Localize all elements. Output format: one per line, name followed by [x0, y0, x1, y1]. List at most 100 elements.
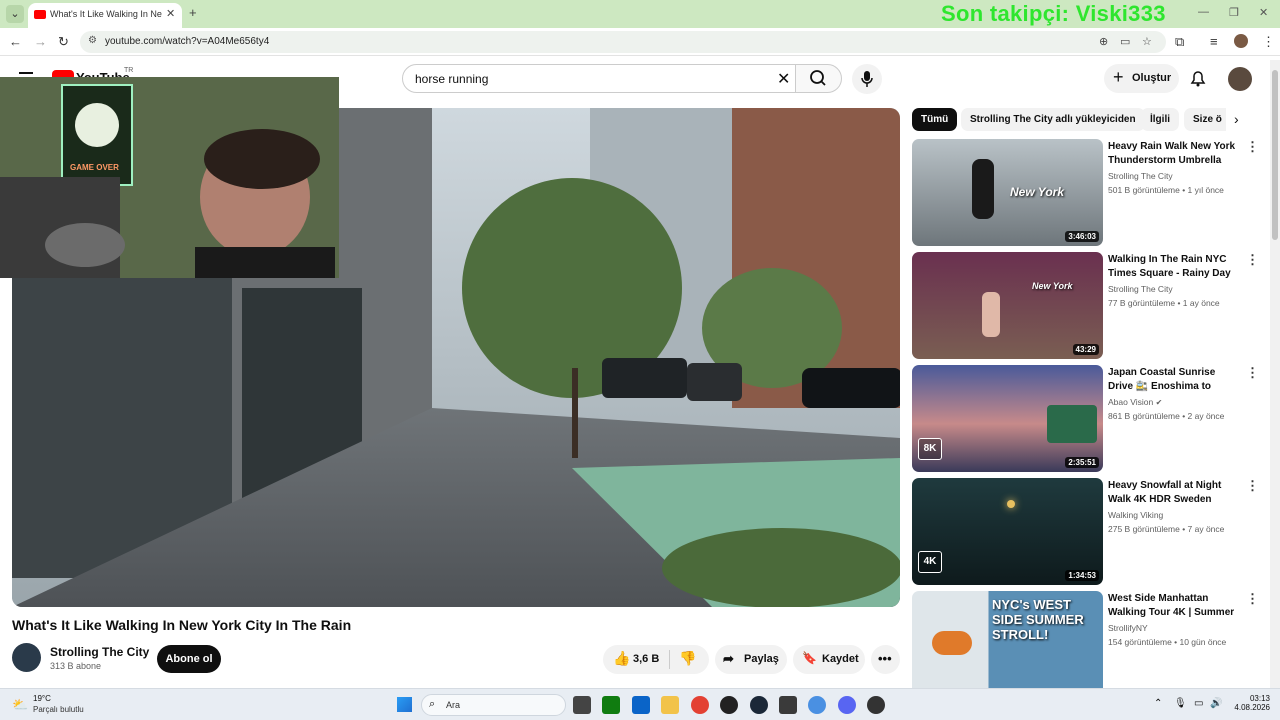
- steam-icon[interactable]: [750, 696, 768, 714]
- like-divider: [669, 650, 670, 669]
- forward-icon[interactable]: →: [34, 34, 47, 49]
- recommendation-channel[interactable]: Abao Vision ✔: [1108, 397, 1162, 407]
- restore-icon[interactable]: ❐: [1229, 6, 1239, 19]
- zoom-icon[interactable]: ⊕: [1099, 35, 1108, 48]
- more-actions-button[interactable]: •••: [871, 645, 900, 674]
- channel-avatar[interactable]: [12, 643, 41, 672]
- recommendation-title[interactable]: Heavy Rain Walk New York Thunderstorm Um…: [1108, 140, 1242, 168]
- recommendation-channel[interactable]: StrollifyNY: [1108, 623, 1148, 633]
- media-control-icon[interactable]: ≡: [1210, 34, 1218, 49]
- clear-search-icon[interactable]: ✕: [777, 69, 790, 89]
- verified-check-icon: ✔: [1155, 398, 1163, 407]
- profile-avatar[interactable]: [1234, 34, 1248, 48]
- recommendation-title[interactable]: West Side Manhattan Walking Tour 4K | Su…: [1108, 592, 1242, 620]
- tray-chevron-icon[interactable]: ⌃: [1154, 698, 1162, 709]
- recommendation-title[interactable]: Japan Coastal Sunrise Drive 🚉 Enoshima t…: [1108, 366, 1242, 394]
- recommendation-thumbnail[interactable]: New York 3:46:03: [912, 139, 1103, 246]
- thumbnail-lamp: [1007, 500, 1015, 508]
- weather-icon[interactable]: ⛅: [12, 697, 28, 713]
- page-scrollbar[interactable]: [1270, 60, 1280, 688]
- chips-next-chevron-icon[interactable]: ›: [1234, 111, 1239, 127]
- cast-icon[interactable]: ▭: [1120, 35, 1130, 48]
- microphone-icon: [861, 71, 873, 87]
- new-tab-icon[interactable]: +: [189, 5, 197, 20]
- more-horizontal-icon: •••: [878, 651, 892, 666]
- dislike-icon[interactable]: 👎: [679, 650, 696, 667]
- like-icon[interactable]: 👍: [613, 650, 630, 667]
- create-button[interactable]: + Oluştur: [1104, 64, 1179, 93]
- weather-description[interactable]: Parçalı bulutlu: [33, 705, 84, 714]
- chip-from-uploader[interactable]: Strolling The City adlı yükleyiciden: [961, 108, 1145, 131]
- recommendation-thumbnail[interactable]: NYC's WEST SIDE SUMMER STROLL!: [912, 591, 1103, 688]
- xbox-icon[interactable]: [602, 696, 620, 714]
- streamer-webcam-image: [0, 77, 339, 278]
- task-view-icon[interactable]: [573, 696, 591, 714]
- recommendation-thumbnail[interactable]: New York 43:29: [912, 252, 1103, 359]
- network-icon[interactable]: ▭: [1194, 698, 1203, 709]
- recommendation-item[interactable]: New York 43:29 Walking In The Rain NYC T…: [912, 252, 1262, 360]
- notifications-bell-icon[interactable]: [1188, 68, 1208, 88]
- like-count[interactable]: 3,6 B: [633, 653, 659, 665]
- recommendation-meta: 501 B görüntüleme • 1 yıl önce: [1108, 185, 1224, 195]
- hamburger-menu-icon[interactable]: [19, 72, 33, 74]
- chrome-icon[interactable]: [691, 696, 709, 714]
- search-input[interactable]: horse running ✕: [402, 64, 796, 93]
- scrollbar-thumb[interactable]: [1272, 70, 1278, 240]
- window-close-icon[interactable]: ✕: [1259, 6, 1268, 19]
- search-button[interactable]: [795, 64, 842, 93]
- minimize-icon[interactable]: —: [1198, 6, 1209, 18]
- bookmark-star-icon[interactable]: ☆: [1142, 35, 1152, 48]
- recommendation-thumbnail[interactable]: 4K 1:34:53: [912, 478, 1103, 585]
- more-vertical-icon[interactable]: ⋮: [1246, 479, 1259, 492]
- channel-name[interactable]: Strolling The City: [50, 645, 149, 659]
- more-vertical-icon[interactable]: ⋮: [1246, 140, 1259, 153]
- recommendation-item[interactable]: 4K 1:34:53 Heavy Snowfall at Night Walk …: [912, 478, 1262, 586]
- taskbar-search[interactable]: ⌕ Ara: [421, 694, 566, 716]
- browser-menu-icon[interactable]: ⋮: [1262, 34, 1275, 50]
- recommendation-channel[interactable]: Strolling The City: [1108, 171, 1173, 181]
- chip-for-you[interactable]: Size ö: [1184, 108, 1226, 131]
- recommendation-thumbnail[interactable]: 8K 2:35:51: [912, 365, 1103, 472]
- save-button[interactable]: 🔖 Kaydet: [793, 645, 865, 674]
- windows-start-icon[interactable]: [397, 697, 412, 712]
- recommendation-channel[interactable]: Walking Viking: [1108, 510, 1163, 520]
- close-icon[interactable]: ✕: [166, 7, 175, 20]
- outlook-icon[interactable]: [632, 696, 650, 714]
- volume-icon[interactable]: 🔊: [1210, 698, 1222, 709]
- more-vertical-icon[interactable]: ⋮: [1246, 366, 1259, 379]
- site-info-icon[interactable]: ⚙: [88, 35, 97, 46]
- app-icon[interactable]: [779, 696, 797, 714]
- microphone-tray-icon[interactable]: 🎙: [1174, 698, 1187, 709]
- chatgpt-icon[interactable]: [720, 696, 738, 714]
- subscribe-button[interactable]: Abone ol: [157, 645, 221, 673]
- extensions-icon[interactable]: ⧉: [1175, 34, 1184, 50]
- back-icon[interactable]: ←: [9, 34, 22, 49]
- tab-search-dropdown[interactable]: ⌄: [6, 5, 24, 23]
- reload-icon[interactable]: ↻: [58, 34, 69, 50]
- recommendation-title[interactable]: Walking In The Rain NYC Times Square - R…: [1108, 253, 1242, 281]
- account-avatar[interactable]: [1228, 67, 1252, 91]
- recommendation-item[interactable]: 8K 2:35:51 Japan Coastal Sunrise Drive 🚉…: [912, 365, 1262, 473]
- recommendation-channel[interactable]: Strolling The City: [1108, 284, 1173, 294]
- file-explorer-icon[interactable]: [661, 696, 679, 714]
- chip-related[interactable]: İlgili: [1141, 108, 1179, 131]
- obs-icon[interactable]: [867, 696, 885, 714]
- more-vertical-icon[interactable]: ⋮: [1246, 253, 1259, 266]
- browser-tab-active[interactable]: What's It Like Walking In New Y ✕: [28, 3, 182, 28]
- share-label: Paylaş: [744, 653, 779, 665]
- recommendation-item[interactable]: NYC's WEST SIDE SUMMER STROLL! West Side…: [912, 591, 1262, 688]
- taskbar-clock[interactable]: 03:13 4.08.2026: [1222, 694, 1270, 712]
- recommendation-title[interactable]: Heavy Snowfall at Night Walk 4K HDR Swed…: [1108, 479, 1242, 507]
- more-vertical-icon[interactable]: ⋮: [1246, 592, 1259, 605]
- share-button[interactable]: ➦ Paylaş: [715, 645, 787, 674]
- windows-taskbar: ⛅ 19°C Parçalı bulutlu ⌕ Ara ⌃ 🎙 ▭ 🔊 03:…: [0, 688, 1280, 720]
- chrome-profile-icon[interactable]: [808, 696, 826, 714]
- weather-temperature[interactable]: 19°C: [33, 694, 51, 703]
- recommendation-item[interactable]: New York 3:46:03 Heavy Rain Walk New Yor…: [912, 139, 1262, 247]
- voice-search-button[interactable]: [852, 64, 882, 94]
- thumbnail-text: NYC's WEST SIDE SUMMER STROLL!: [992, 597, 1084, 642]
- address-bar[interactable]: ⚙ youtube.com/watch?v=A04Me656ty4 ⊕ ▭ ☆: [80, 31, 1166, 53]
- discord-icon[interactable]: [838, 696, 856, 714]
- chip-all[interactable]: Tümü: [912, 108, 958, 131]
- duration-badge: 43:29: [1072, 344, 1099, 355]
